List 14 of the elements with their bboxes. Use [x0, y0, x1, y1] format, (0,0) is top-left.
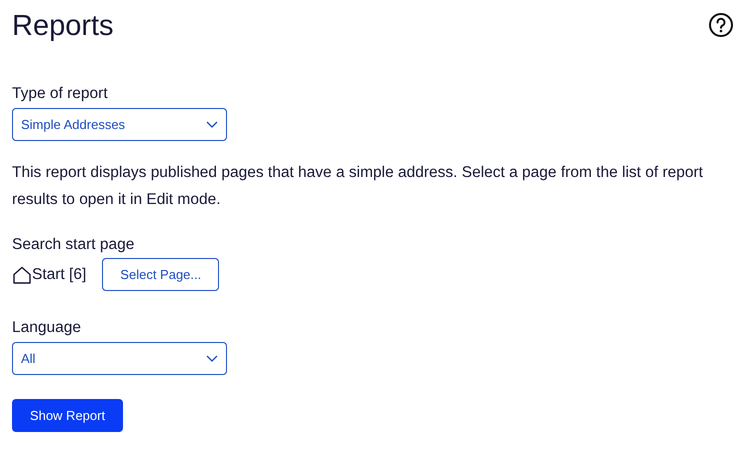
start-page-value: Start [6] — [32, 264, 86, 285]
report-type-select[interactable]: Simple Addresses — [12, 108, 227, 141]
field-label: Type of report — [12, 84, 109, 104]
help-icon[interactable] — [708, 12, 734, 38]
show-report-button[interactable]: Show Report — [12, 399, 123, 432]
language-select[interactable]: All — [12, 342, 227, 375]
select-page-button[interactable]: Select Page... — [102, 258, 220, 291]
chevron-icon — [206, 121, 218, 128]
report-description: This report displays published pages that have a simple address. Select a page from the list of report results to open it in Edit mode. — [12, 163, 704, 210]
chevron-icon — [206, 355, 218, 362]
field-label: Search start page — [12, 235, 136, 255]
home-icon — [12, 266, 32, 284]
field-label: Language — [12, 318, 82, 338]
page-title: Reports — [12, 9, 114, 44]
